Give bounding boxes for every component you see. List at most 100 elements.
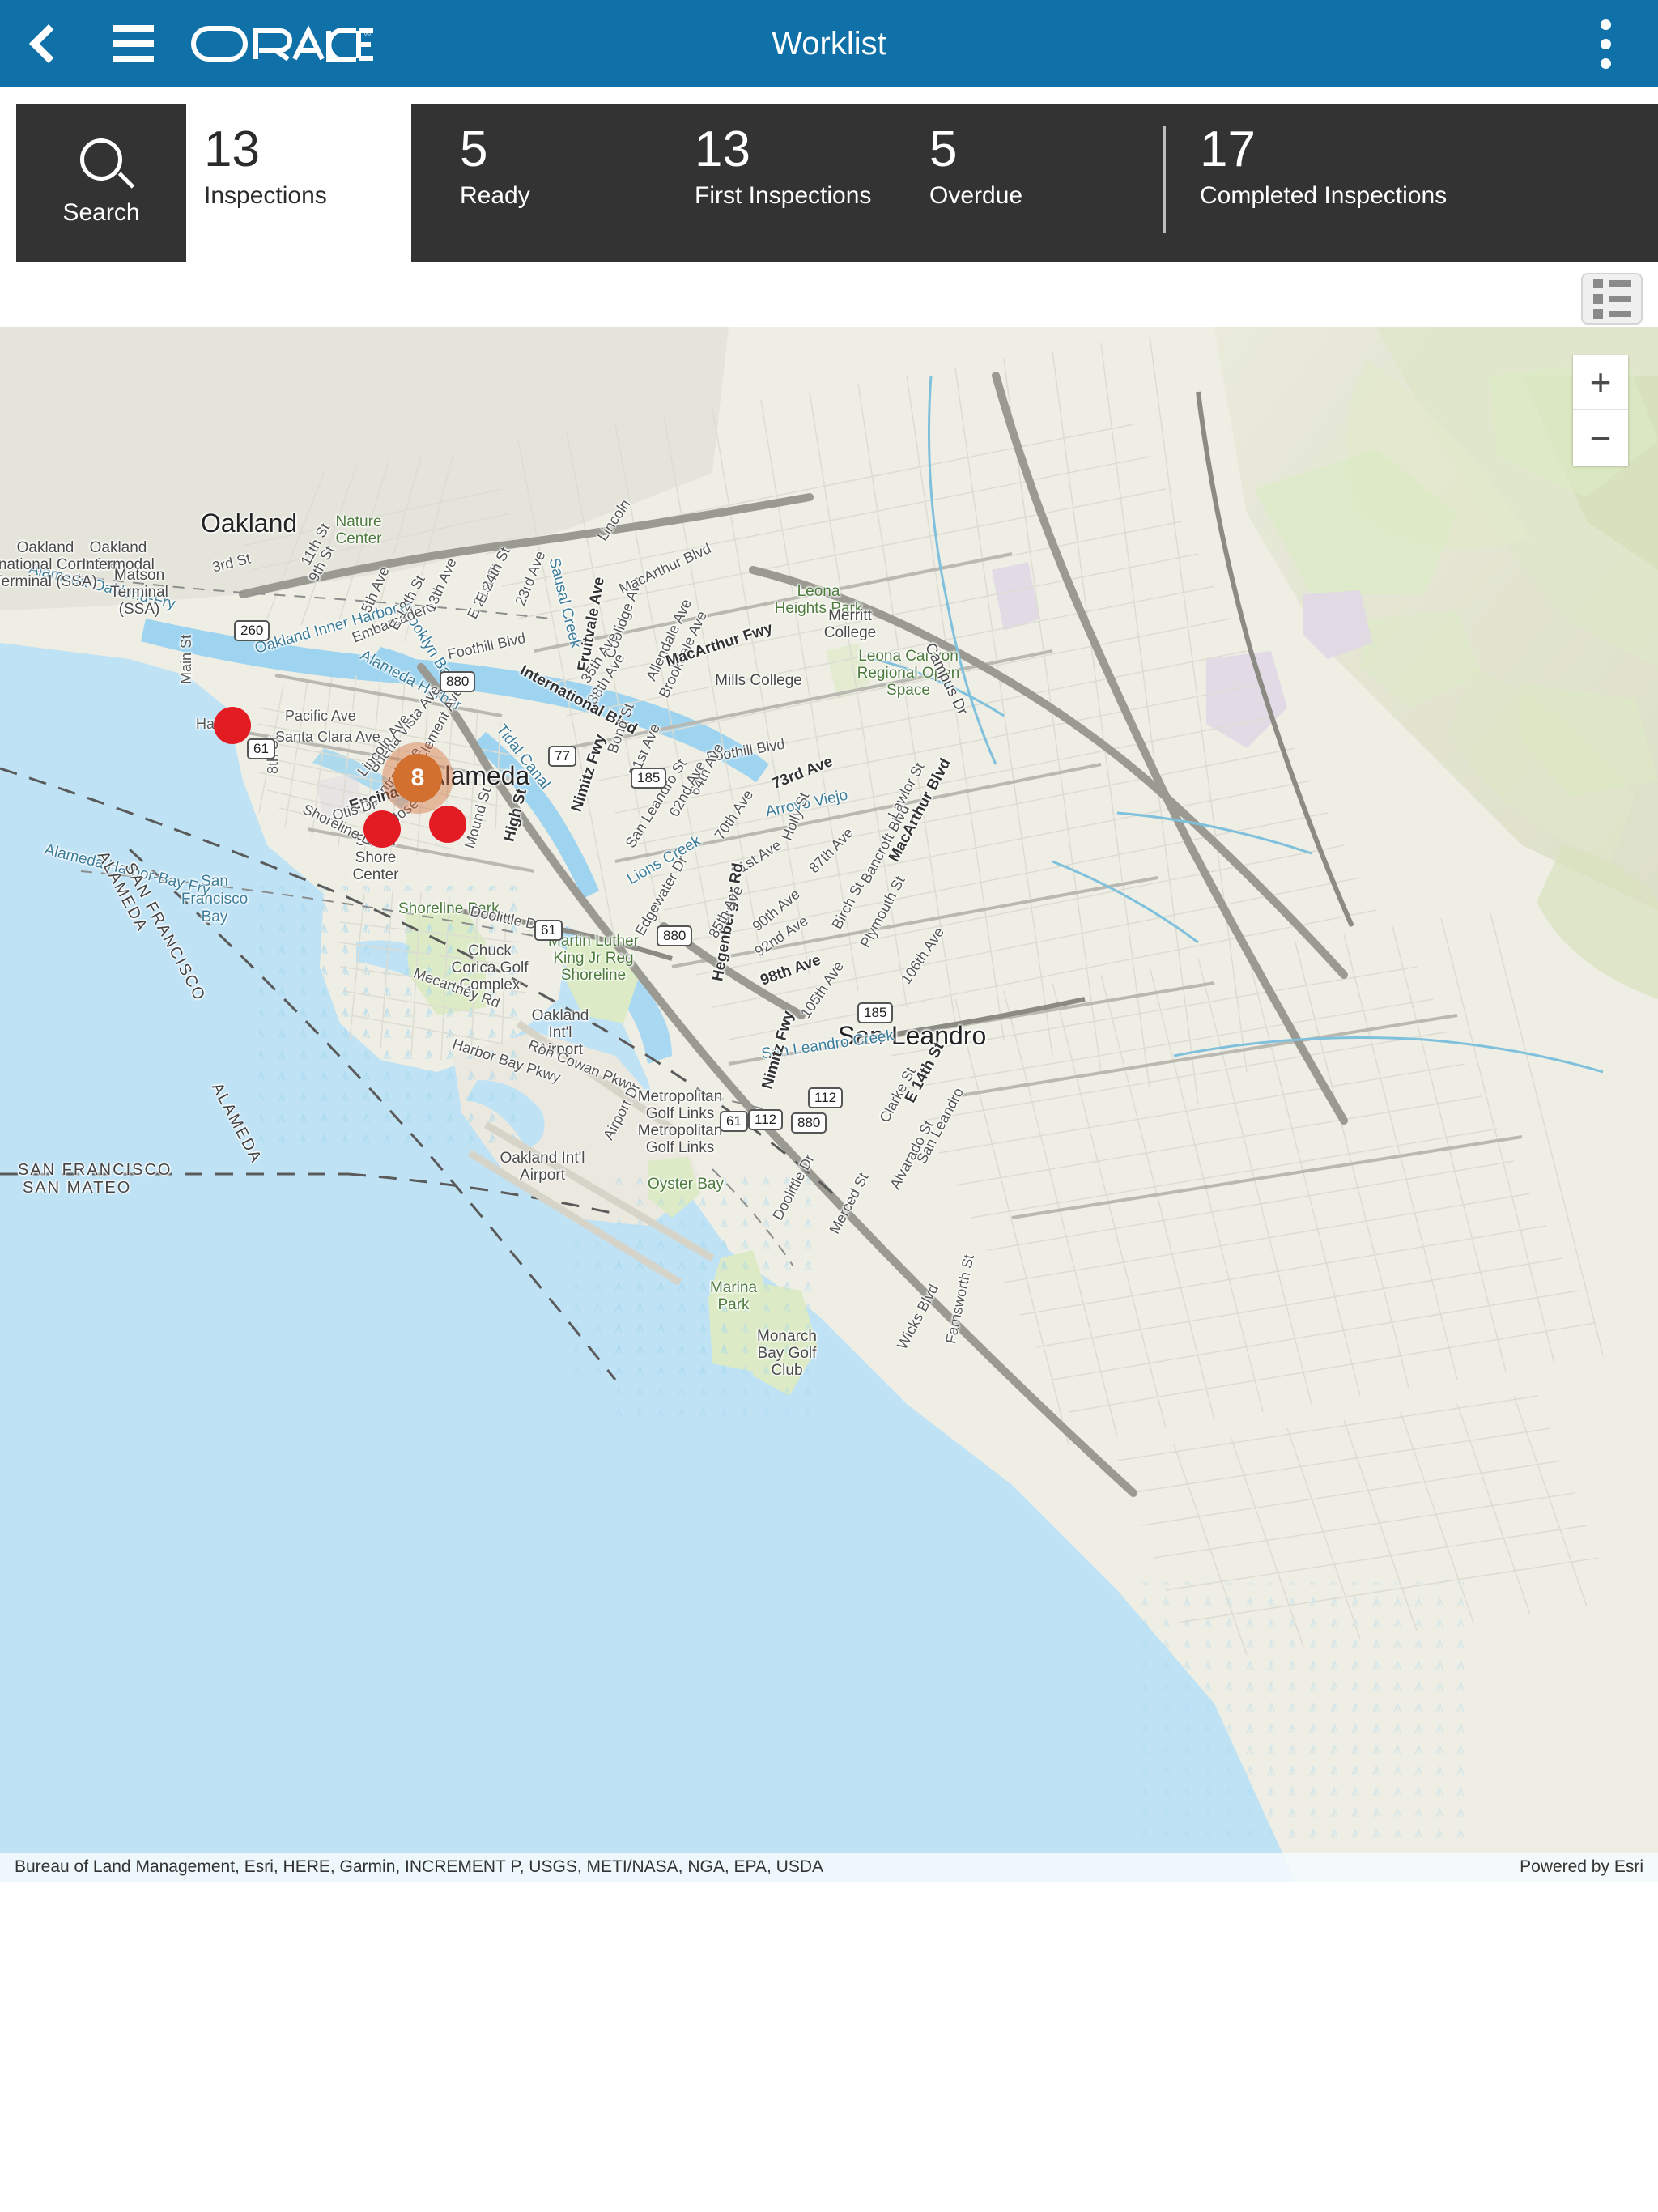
map-city-label: Oakland — [201, 508, 298, 538]
map-poi-label: OaklandInternational ContainerTerminal (… — [0, 539, 124, 590]
map-road-label: 3rd St — [210, 550, 253, 576]
highway-shield: 77 — [548, 746, 576, 767]
zoom-in-button[interactable]: + — [1573, 355, 1628, 410]
map-road-label: High St — [500, 787, 530, 844]
map-road-label: International Blvd — [517, 661, 640, 738]
map-road-label: Holly St — [778, 789, 813, 843]
overdue-label: Overdue — [929, 182, 1023, 209]
map-road-label: Allendale Ave — [642, 596, 695, 683]
svg-text:®: ® — [364, 29, 371, 39]
map-zoom-controls[interactable]: + − — [1573, 355, 1628, 466]
map-road-label: Fruitvale Ave — [574, 576, 609, 673]
map-road-label: Brookdale Ave — [655, 608, 710, 700]
map-road-label: Birch St — [828, 878, 867, 932]
tab-first-inspections[interactable]: 13 First Inspections — [695, 104, 962, 262]
highway-shield: 880 — [440, 671, 476, 692]
highway-shield: 61 — [247, 738, 275, 759]
map-water-label: San Francisco Bay — [181, 873, 249, 925]
highway-shield: 880 — [791, 1112, 827, 1134]
page-bottom-spacer — [0, 1882, 1658, 2212]
search-icon — [80, 138, 122, 181]
inspection-map[interactable]: Oakland Alameda San Leandro San Francisco… — [0, 327, 1658, 1882]
map-road-label: Nimitz Fwy — [568, 732, 610, 815]
overflow-menu-button[interactable] — [1553, 0, 1658, 87]
map-road-label: Hegenberger Rd — [709, 861, 747, 983]
highway-shield: 880 — [657, 925, 693, 946]
map-road-label: E 21st St — [464, 561, 505, 622]
map-road-label: Embarcadero — [350, 598, 437, 646]
map-road-label: Pacific Ave — [285, 708, 356, 724]
highway-shield: 61 — [720, 1111, 748, 1132]
map-park-label: Leona Canyon Regional Open Space — [857, 648, 960, 699]
map-park-label: Nature Center — [335, 513, 382, 547]
map-road-label: 90th Ave — [749, 886, 803, 935]
inspection-cluster-marker[interactable]: 8 — [382, 742, 453, 814]
map-road-label: Santa Clara Ave — [275, 729, 380, 745]
inspection-marker[interactable] — [429, 806, 466, 843]
map-road-label: San Leandro — [913, 1085, 967, 1167]
map-road-label: E 12th St — [385, 572, 428, 633]
map-road-label: 5th Ave — [358, 564, 393, 615]
map-poi-label: Merritt College — [823, 607, 877, 641]
map-road-label: Bancroft Blvd — [857, 802, 913, 887]
tab-completed-inspections[interactable]: 17 Completed Inspections — [1200, 104, 1475, 262]
map-road-label: 92nd Ave — [751, 912, 811, 960]
map-water-label: Arroyo Viejo — [763, 786, 850, 821]
map-water-label: Oakland Inner Harbor — [253, 600, 400, 657]
inspections-count: 13 — [204, 121, 260, 177]
map-poi-label: Metropolitan Golf Links Metropolitan Golf L… — [637, 1088, 723, 1156]
list-view-icon — [1592, 279, 1631, 288]
map-city-label: San Leandro — [838, 1021, 987, 1050]
map-road-label: 106th Ave — [897, 924, 948, 987]
search-button[interactable]: Search — [16, 104, 186, 262]
map-water-label: Sausal Creek — [545, 556, 585, 650]
map-road-label: 70th Ave — [711, 786, 757, 843]
ready-count: 5 — [460, 121, 488, 177]
list-view-toggle-button[interactable] — [1581, 273, 1643, 325]
map-road-label: Farnsworth St — [942, 1253, 977, 1346]
hamburger-menu-button[interactable] — [89, 0, 176, 87]
highway-shield: 260 — [234, 620, 270, 641]
map-road-label: MacArthur Fwy — [663, 619, 775, 670]
map-park-label: Marina Park — [709, 1279, 758, 1313]
map-attribution-text: Bureau of Land Management, Esri, HERE, G… — [15, 1857, 823, 1876]
map-road-label: E 24th St — [472, 544, 513, 606]
map-road-label: 85th Ave — [705, 883, 746, 941]
map-park-label: Monarch Bay Golf Club — [757, 1328, 817, 1379]
map-road-label: Foothill Blvd — [445, 630, 527, 662]
map-poi-label: Campus Dr — [920, 640, 971, 718]
oracle-logo: ® — [191, 0, 373, 87]
map-road-label: MacArthur Blvd — [885, 755, 954, 866]
back-button[interactable] — [0, 0, 89, 87]
map-park-label: Shoreline Park — [398, 900, 500, 917]
map-road-label: Bond St — [604, 700, 637, 755]
completed-inspections-count: 17 — [1200, 121, 1256, 177]
map-poi-label: Oakland Int'l Airport — [500, 1150, 585, 1184]
map-poi-label: Mills College — [715, 672, 802, 689]
map-poi-label: Chuck Corica Golf Complex — [451, 942, 529, 993]
map-road-label: Clarke St — [876, 1064, 919, 1125]
cluster-count: 8 — [393, 754, 442, 802]
more-vertical-icon — [1600, 19, 1611, 30]
map-road-label: 98th Ave — [758, 951, 823, 989]
map-county-label: SAN MATEO — [23, 1179, 132, 1197]
zoom-out-button[interactable]: − — [1573, 410, 1628, 466]
map-road-label: Foothill Blvd — [704, 735, 786, 766]
map-road-label: Mound St — [461, 785, 495, 851]
map-park-label: Leona Heights Park — [774, 583, 863, 617]
first-inspections-count: 13 — [695, 121, 750, 177]
inspection-marker[interactable] — [214, 707, 251, 744]
tab-inspections[interactable]: 13 Inspections — [204, 104, 406, 262]
highway-shield: 61 — [534, 920, 563, 941]
tab-overdue[interactable]: 5 Overdue — [929, 104, 1116, 262]
map-park-label: Oyster Bay — [648, 1176, 724, 1193]
tab-ready[interactable]: 5 Ready — [460, 104, 606, 262]
map-road-label: 64th Ave — [686, 740, 727, 798]
map-road-label: 23rd Ave — [512, 548, 549, 608]
map-road-label: Lawlor St — [884, 759, 928, 822]
map-road-label: 87th Ave — [806, 824, 857, 877]
map-road-label: Mecartney Rd — [411, 964, 503, 1011]
inspection-marker[interactable] — [363, 810, 401, 848]
map-powered-by-text: Powered by Esri — [1520, 1857, 1643, 1876]
map-poi-label: Matson Terminal (SSA) — [110, 567, 168, 618]
